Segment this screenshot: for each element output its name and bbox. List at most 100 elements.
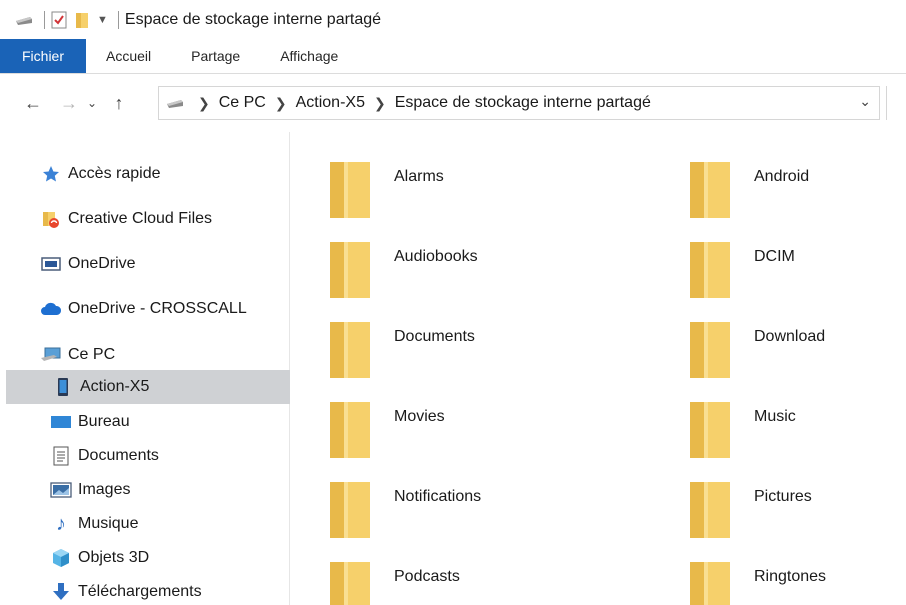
nav-item-label: Documents	[78, 447, 159, 464]
phone-icon	[52, 376, 74, 398]
drive-icon	[165, 96, 185, 110]
back-arrow-icon[interactable]: ←	[20, 88, 46, 118]
folder-icon	[328, 560, 372, 605]
computer-icon	[40, 344, 62, 366]
chevron-right-icon[interactable]: ❯	[198, 95, 210, 112]
properties-icon[interactable]	[51, 11, 67, 29]
separator	[117, 11, 119, 29]
folder-item[interactable]: Audiobooks	[290, 222, 590, 298]
folder-item[interactable]: Alarms	[290, 142, 590, 218]
nav-item-acces-rapide[interactable]: Accès rapide	[0, 157, 290, 191]
nav-item-label: Ce PC	[68, 346, 116, 363]
nav-item-telechargements[interactable]: Téléchargements	[0, 575, 290, 605]
folder-item[interactable]: Notifications	[290, 462, 590, 538]
window-title: Espace de stockage interne partagé	[124, 11, 382, 28]
nav-item-label: Accès rapide	[68, 165, 161, 182]
folder-name: Movies	[394, 408, 445, 425]
chevron-right-icon[interactable]: ❯	[374, 95, 386, 112]
folder-name: Pictures	[754, 488, 812, 505]
music-note-icon: ♪	[56, 512, 66, 535]
nav-item-ce-pc[interactable]: Ce PC	[0, 338, 290, 372]
folder-view: Alarms Android Audiobooks DCIM Documents…	[290, 132, 906, 605]
title-bar: ▼ Espace de stockage interne partagé	[0, 0, 906, 40]
quick-access-toolbar: ▼	[14, 11, 125, 29]
nav-item-action-x5[interactable]: Action-X5	[6, 370, 290, 404]
nav-item-label: OneDrive	[68, 255, 136, 272]
customize-dropdown-icon[interactable]: ▼	[97, 14, 108, 26]
up-arrow-icon[interactable]: ↑	[106, 88, 132, 118]
nav-item-objets-3d[interactable]: Objets 3D	[0, 541, 290, 575]
breadcrumb-current[interactable]: Espace de stockage interne partagé	[395, 94, 651, 112]
nav-item-label: Bureau	[78, 413, 130, 430]
nav-item-onedrive-crosscall[interactable]: OneDrive - CROSSCALL	[0, 292, 290, 326]
drive-icon[interactable]	[14, 13, 34, 27]
forward-arrow-icon[interactable]: →	[56, 88, 82, 118]
nav-item-onedrive[interactable]: OneDrive	[0, 247, 290, 281]
folder-name: Audiobooks	[394, 248, 478, 265]
breadcrumb-action-x5[interactable]: Action-X5	[296, 94, 365, 112]
folder-icon	[688, 480, 732, 545]
nav-item-label: OneDrive - CROSSCALL	[68, 300, 247, 317]
address-dropdown-icon[interactable]: ⌄	[859, 93, 871, 110]
folder-item[interactable]: Music	[650, 382, 906, 458]
document-icon	[50, 445, 72, 467]
download-arrow-icon	[50, 581, 72, 603]
ribbon-tabs: Fichier Accueil Partage Affichage	[0, 39, 906, 74]
folder-icon	[688, 320, 732, 385]
folder-item[interactable]: Android	[650, 142, 906, 218]
folder-item[interactable]: Ringtones	[650, 542, 906, 605]
folder-icon	[328, 480, 372, 545]
nav-item-label: Musique	[78, 515, 139, 532]
folder-icon	[688, 240, 732, 305]
folder-item[interactable]: Podcasts	[290, 542, 590, 605]
folder-item[interactable]: DCIM	[650, 222, 906, 298]
nav-item-label: Action-X5	[80, 378, 150, 395]
nav-item-musique[interactable]: ♪ Musique	[0, 507, 290, 541]
desktop-icon	[50, 411, 72, 433]
folder-name: Notifications	[394, 488, 482, 505]
folder-name: Documents	[394, 328, 475, 345]
tab-accueil[interactable]: Accueil	[86, 39, 171, 73]
creative-cloud-folder-icon	[40, 208, 62, 230]
nav-item-label: Objets 3D	[78, 549, 150, 566]
breadcrumb-ce-pc[interactable]: Ce PC	[219, 94, 266, 112]
tab-affichage[interactable]: Affichage	[260, 39, 358, 73]
chevron-right-icon[interactable]: ❯	[275, 95, 287, 112]
folder-icon	[688, 160, 732, 225]
address-bar[interactable]: ❯ Ce PC ❯ Action-X5 ❯ Espace de stockage…	[158, 86, 880, 120]
folder-icon	[328, 320, 372, 385]
navigation-pane: Accès rapide Creative Cloud Files OneDri…	[0, 132, 290, 605]
folder-icon	[688, 560, 732, 605]
folder-name: Alarms	[394, 168, 444, 185]
tab-partage[interactable]: Partage	[171, 39, 260, 73]
folder-name: DCIM	[754, 248, 795, 265]
pictures-icon	[50, 479, 72, 501]
folder-item[interactable]: Download	[650, 302, 906, 378]
nav-item-bureau[interactable]: Bureau	[0, 405, 290, 439]
recent-locations-chevron-icon[interactable]: ⌄	[82, 88, 102, 118]
folder-name: Download	[754, 328, 826, 345]
tab-fichier[interactable]: Fichier	[0, 39, 87, 73]
navigation-bar: ← → ⌄ ↑ ❯ Ce PC ❯ Action-X5 ❯ Espace de …	[0, 74, 906, 132]
new-folder-icon[interactable]	[75, 11, 89, 29]
folder-icon	[328, 160, 372, 225]
separator	[44, 11, 45, 29]
folder-item[interactable]: Movies	[290, 382, 590, 458]
nav-item-images[interactable]: Images	[0, 473, 290, 507]
folder-item[interactable]: Documents	[290, 302, 590, 378]
cloud-icon	[40, 298, 62, 320]
onedrive-icon	[40, 253, 62, 275]
nav-item-label: Creative Cloud Files	[68, 210, 213, 227]
folder-icon	[328, 240, 372, 305]
star-icon	[40, 163, 62, 185]
cube-3d-icon	[50, 547, 72, 569]
nav-item-documents[interactable]: Documents	[0, 439, 290, 473]
refresh-button[interactable]	[886, 86, 906, 120]
folder-icon	[328, 400, 372, 465]
nav-item-creative-cloud[interactable]: Creative Cloud Files	[0, 202, 290, 236]
folder-item[interactable]: Pictures	[650, 462, 906, 538]
nav-item-label: Téléchargements	[78, 583, 202, 600]
folder-name: Android	[754, 168, 810, 185]
folder-name: Music	[754, 408, 796, 425]
nav-item-label: Images	[78, 481, 131, 498]
